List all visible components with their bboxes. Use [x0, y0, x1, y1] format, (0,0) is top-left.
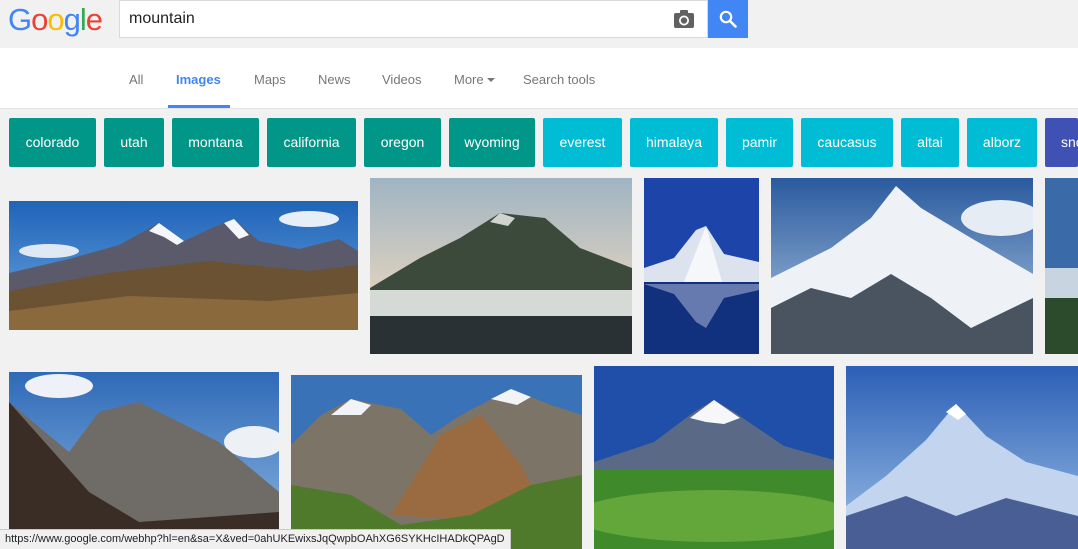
rockies-valley-image [291, 375, 582, 549]
image-result[interactable] [846, 366, 1078, 549]
logo-letter: o [47, 2, 64, 37]
image-result[interactable] [9, 372, 279, 549]
search-nav: All Images Maps News Videos More Search … [0, 48, 1078, 109]
rocky-cliffs-image [9, 372, 279, 549]
chip-sno[interactable]: sno [1045, 118, 1078, 167]
chip-altai[interactable]: altai [901, 118, 959, 167]
tab-maps[interactable]: Maps [254, 72, 286, 87]
related-search-chips: colorado utah montana california oregon … [0, 118, 1078, 168]
volcano-image [594, 366, 834, 549]
search-button[interactable] [708, 0, 748, 38]
tab-all[interactable]: All [129, 72, 143, 87]
tab-images[interactable]: Images [176, 72, 221, 87]
magnifier-icon [719, 10, 737, 28]
google-logo[interactable]: Google [8, 2, 103, 38]
image-result[interactable] [370, 178, 632, 354]
logo-letter: e [85, 2, 103, 37]
chip-caucasus[interactable]: caucasus [801, 118, 893, 167]
active-tab-indicator [168, 105, 230, 108]
chip-pamir[interactable]: pamir [726, 118, 793, 167]
snowy-peak-image [771, 178, 1033, 354]
chip-colorado[interactable]: colorado [9, 118, 96, 167]
forest-edge-image [1045, 178, 1078, 354]
tab-search-tools[interactable]: Search tools [523, 72, 595, 87]
search-input[interactable] [129, 8, 649, 30]
tab-more[interactable]: More [454, 72, 484, 87]
status-bar-url: https://www.google.com/webhp?hl=en&sa=X&… [0, 529, 511, 549]
image-result[interactable] [594, 366, 834, 549]
chip-himalaya[interactable]: himalaya [630, 118, 718, 167]
logo-letter: o [31, 2, 48, 37]
search-box [119, 0, 708, 38]
logo-letter: G [8, 2, 32, 37]
caret-down-icon [487, 78, 495, 82]
chip-oregon[interactable]: oregon [364, 118, 441, 167]
image-result[interactable] [291, 375, 582, 549]
top-bar: Google [0, 0, 1078, 48]
tab-videos[interactable]: Videos [382, 72, 422, 87]
matterhorn-reflection-image [644, 178, 759, 354]
mountain-range-image [9, 201, 358, 330]
chip-utah[interactable]: utah [104, 118, 164, 167]
chip-everest[interactable]: everest [543, 118, 622, 167]
chip-wyoming[interactable]: wyoming [449, 118, 535, 167]
blue-peaks-image [846, 366, 1078, 549]
chip-california[interactable]: california [267, 118, 356, 167]
image-result[interactable] [644, 178, 759, 354]
camera-icon[interactable] [673, 9, 695, 29]
chip-montana[interactable]: montana [172, 118, 259, 167]
tab-news[interactable]: News [318, 72, 351, 87]
misty-lake-image [370, 178, 632, 354]
image-result[interactable] [1045, 178, 1078, 354]
chip-alborz[interactable]: alborz [967, 118, 1037, 167]
image-result[interactable] [771, 178, 1033, 354]
logo-letter: g [63, 2, 81, 37]
image-result[interactable] [9, 201, 358, 330]
